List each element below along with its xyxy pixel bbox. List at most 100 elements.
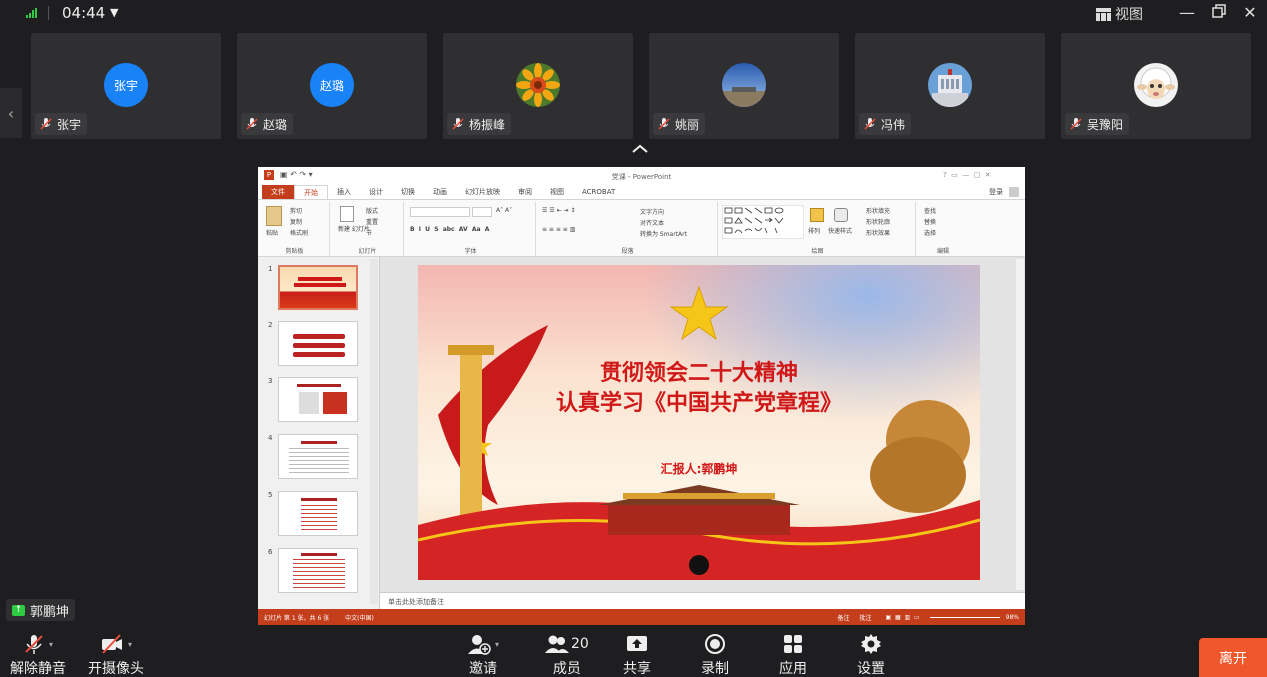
avatar: 赵璐 <box>310 63 354 107</box>
ribbon-group-slides: 新建 幻灯片 版式 重置 节 幻灯片 <box>332 202 404 256</box>
self-name-tag: ↑ 郭鹏坤 <box>6 599 76 621</box>
group-label: 幻灯片 <box>358 248 377 255</box>
minimize-icon[interactable]: — <box>1178 3 1196 22</box>
tab-file[interactable]: 文件 <box>262 185 294 199</box>
select-button[interactable]: 选择 <box>924 228 936 237</box>
format-painter-button[interactable]: 格式刷 <box>290 228 308 237</box>
copy-button[interactable]: 复制 <box>290 217 302 226</box>
section-button[interactable]: 节 <box>366 228 372 237</box>
smartart-button[interactable]: 转换为 SmartArt <box>640 229 687 238</box>
avatar <box>1134 63 1178 107</box>
grid-view-icon <box>1096 7 1111 21</box>
reset-button[interactable]: 重置 <box>366 217 378 226</box>
tab-transitions[interactable]: 切换 <box>392 185 424 199</box>
group-label: 剪贴板 <box>285 248 304 255</box>
restore-icon[interactable] <box>1210 3 1228 22</box>
find-button[interactable]: 查找 <box>924 206 936 215</box>
strip-prev-button[interactable]: ‹ <box>0 88 22 138</box>
participant-tile[interactable]: 姚丽 <box>649 33 839 139</box>
bottom-toolbar: ▾ 解除静音 ▾ 开摄像头 ▾ 邀请 20 成员 共享 录制 应用 设置 <box>0 628 1267 677</box>
paste-button[interactable]: 粘贴 <box>266 228 278 237</box>
tab-slideshow[interactable]: 幻灯片放映 <box>456 185 509 199</box>
share-button[interactable]: 共享 <box>623 632 651 677</box>
thumb-number: 4 <box>268 434 273 442</box>
login-link[interactable]: 登录 <box>989 187 1003 197</box>
new-slide-icon[interactable] <box>340 206 354 222</box>
comments-toggle[interactable]: 批注 <box>860 613 872 622</box>
align-icons[interactable]: ≡ ≡ ≡ ≡ ▥ <box>542 226 575 233</box>
shape-effects-button[interactable]: 形状效果 <box>866 228 890 237</box>
font-name-select[interactable] <box>410 207 470 217</box>
zoom-slider[interactable] <box>929 616 1000 618</box>
user-avatar[interactable] <box>1009 187 1019 197</box>
notes-toggle[interactable]: 备注 <box>838 613 850 622</box>
text-direction-button[interactable]: 文字方向 <box>640 207 664 216</box>
ppt-window-controls: ? ▭ — ▢ ✕ <box>943 171 991 179</box>
thumbnails-scrollbar[interactable] <box>370 259 378 604</box>
screen-share-icon: ↑ <box>12 604 25 616</box>
slide-scrollbar[interactable] <box>1016 259 1024 590</box>
notes-pane[interactable]: 单击此处添加备注 <box>380 592 1025 609</box>
participant-tile[interactable]: 吴豫阳 <box>1061 33 1251 139</box>
shared-screen: P ▣ ↶ ↷ ▾ 党课 - PowerPoint ? ▭ — ▢ ✕ 文件 开… <box>258 167 1025 625</box>
layout-button[interactable]: 版式 <box>366 206 378 215</box>
participant-name: 张宇 <box>57 117 82 132</box>
font-format-icons[interactable]: B I U S abc AV Aa A <box>410 226 489 233</box>
camera-label: 开摄像头 <box>88 661 144 677</box>
slide-thumbnail[interactable] <box>278 377 358 422</box>
view-mode-icons[interactable]: ▣ ▦ ▥ ▭ <box>886 614 920 621</box>
view-button[interactable]: 视图 <box>1096 4 1143 24</box>
slide-thumbnail[interactable] <box>278 548 358 593</box>
participant-strip: ‹ 张宇 张宇 赵璐 赵璐 杨振峰 姚丽 冯伟 吴豫阳 <box>0 28 1267 146</box>
align-text-button[interactable]: 对齐文本 <box>640 218 664 227</box>
camera-button[interactable]: ▾ 开摄像头 <box>88 632 144 677</box>
slide-thumbnail[interactable] <box>278 321 358 366</box>
tab-review[interactable]: 审阅 <box>509 185 541 199</box>
font-grow-shrink-icons[interactable]: A˄ A˅ <box>496 207 512 214</box>
arrange-button[interactable]: 排列 <box>808 226 820 235</box>
participant-tile[interactable]: 冯伟 <box>855 33 1045 139</box>
shapes-gallery-icon[interactable] <box>722 205 804 239</box>
list-icons[interactable]: ☰ ☰ ⇤ ⇥ ↕ <box>542 207 575 214</box>
paste-icon[interactable] <box>266 206 282 226</box>
arrange-icon[interactable] <box>810 208 824 222</box>
ribbon-group-drawing: 排列 快速样式 形状填充 形状轮廓 形状效果 绘图 <box>720 202 916 256</box>
tab-animations[interactable]: 动画 <box>424 185 456 199</box>
group-label: 绘图 <box>811 248 824 255</box>
tab-acrobat[interactable]: ACROBAT <box>573 185 624 199</box>
quick-styles-button[interactable]: 快速样式 <box>828 226 852 235</box>
tab-design[interactable]: 设计 <box>360 185 392 199</box>
tab-insert[interactable]: 插入 <box>328 185 360 199</box>
current-slide[interactable]: 贯彻领会二十大精神 认真学习《中国共产党章程》 汇报人:郭鹏坤 <box>418 265 980 580</box>
font-size-select[interactable] <box>472 207 492 217</box>
slide-thumbnail[interactable] <box>278 491 358 536</box>
slide-thumbnail[interactable] <box>278 434 358 479</box>
apps-button[interactable]: 应用 <box>779 632 807 677</box>
participant-tile[interactable]: 杨振峰 <box>443 33 633 139</box>
shape-fill-button[interactable]: 形状填充 <box>866 206 890 215</box>
slide-background <box>418 265 980 580</box>
tab-home[interactable]: 开始 <box>294 185 328 199</box>
unmute-button[interactable]: ▾ 解除静音 <box>10 632 66 677</box>
participant-tile[interactable]: 赵璐 赵璐 <box>237 33 427 139</box>
shape-outline-button[interactable]: 形状轮廓 <box>866 217 890 226</box>
members-button[interactable]: 20 成员 <box>545 632 589 677</box>
participant-name-tag: 冯伟 <box>859 113 912 135</box>
close-icon[interactable]: ✕ <box>1241 3 1259 22</box>
avatar <box>722 63 766 107</box>
record-button[interactable]: 录制 <box>701 632 729 677</box>
quick-styles-icon[interactable] <box>834 208 848 222</box>
thumb-number: 2 <box>268 321 273 329</box>
group-label: 编辑 <box>936 248 949 255</box>
invite-button[interactable]: ▾ 邀请 <box>467 632 499 677</box>
settings-button[interactable]: 设置 <box>857 632 885 677</box>
collapse-strip-icon[interactable] <box>632 142 648 158</box>
cut-button[interactable]: 剪切 <box>290 206 302 215</box>
slide-thumbnail[interactable] <box>278 265 358 310</box>
replace-button[interactable]: 替换 <box>924 217 936 226</box>
leave-button[interactable]: 离开 <box>1199 638 1267 677</box>
slide-title-line2: 认真学习《中国共产党章程》 <box>555 390 842 416</box>
tab-view[interactable]: 视图 <box>541 185 573 199</box>
time-dropdown-icon[interactable]: ▼ <box>110 6 118 19</box>
participant-tile[interactable]: 张宇 张宇 <box>31 33 221 139</box>
